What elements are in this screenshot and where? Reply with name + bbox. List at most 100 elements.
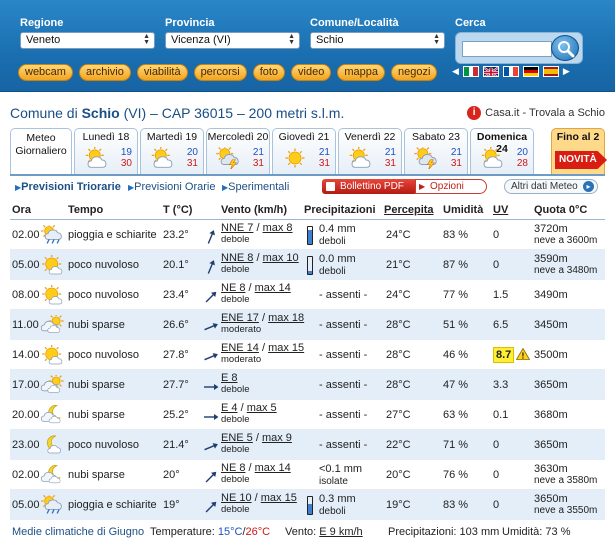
tab-day-label: Venerdì 22: [344, 131, 396, 143]
tab-temp-max: 28: [516, 158, 528, 169]
novita-badge[interactable]: NOVITÀ: [555, 151, 607, 169]
partly-cloudy-icon: [85, 146, 107, 168]
row-temperature: 20°: [163, 469, 180, 481]
partly-cloudy-icon: [151, 146, 173, 168]
altri-dati-meteo-button[interactable]: Altri dati Meteo: [504, 179, 598, 194]
link-previsioni-orarie[interactable]: ▶Previsioni Orarie: [128, 181, 215, 193]
nav-archivio-button[interactable]: archivio: [78, 64, 131, 81]
wind-max: max 18: [268, 312, 305, 324]
row-time: 05.00: [12, 259, 40, 271]
row-weather-icon-wrap: [40, 465, 66, 485]
row-wind-arrow: [202, 438, 220, 456]
link-sperimentali[interactable]: ▶Sperimentali: [222, 181, 289, 193]
row-weather-icon-wrap: [40, 223, 66, 245]
header-umidita: Umidità: [443, 204, 484, 216]
wind-speed: NNE 8: [221, 252, 254, 264]
quota-value: 3650m: [534, 439, 568, 451]
bollettino-pdf-button[interactable]: Bollettino PDF: [322, 179, 417, 194]
row-freezing-level: 3650m: [534, 433, 568, 459]
tab-day-3[interactable]: Mercoledì 20 21 31: [206, 128, 270, 174]
row-wind: NNE 7 / max 8 debole: [221, 222, 293, 246]
provincia-group: Provincia Vicenza (VI) ▲ ▼: [165, 17, 300, 49]
casa-link-text: Casa.it - Trovala a Schio: [485, 107, 605, 119]
footer-temp-max: 26°C: [245, 526, 271, 538]
thunderstorm-icon: [414, 145, 437, 170]
tab-weather-icon: [281, 147, 309, 172]
mostly-sunny-icon: [42, 344, 63, 365]
nav-foto-button[interactable]: foto: [252, 64, 286, 81]
comune-value: Schio: [316, 34, 344, 46]
wind-speed: NNE 7: [221, 222, 254, 234]
tab-day-6[interactable]: Sabato 23 21 31: [404, 128, 468, 174]
link-previsioni-triorarie[interactable]: ▶Previsioni Triorarie: [15, 181, 121, 193]
tab-weather-icon: [83, 146, 111, 172]
snow-level: neve a 3580m: [534, 475, 598, 486]
select-arrows-icon: ▲ ▼: [433, 33, 440, 46]
row-condition: poco nuvoloso: [68, 349, 139, 361]
wind-max: max 8: [262, 222, 293, 234]
nav-negozi-button[interactable]: negozi: [390, 64, 438, 81]
tab-day-2[interactable]: Martedì 19 20 31: [140, 128, 204, 174]
row-weather-icon-wrap: [40, 344, 66, 365]
italy-flag-icon[interactable]: [462, 66, 479, 77]
tab-day-7[interactable]: Domenica 24 20 28: [470, 128, 534, 174]
table-row: 08.00 poco nuvoloso 23.4° NE 8 / max 14 debo…: [10, 280, 605, 310]
regione-value: Veneto: [26, 34, 61, 46]
uv-value: 0: [493, 439, 500, 451]
comune-select[interactable]: Schio ▲ ▼: [310, 32, 445, 49]
regione-select[interactable]: Veneto ▲ ▼: [20, 32, 155, 49]
row-wind: ENE 5 / max 9 debole: [221, 432, 292, 456]
nav-webcam-button[interactable]: webcam: [18, 64, 73, 81]
footer-temperature: Temperature: 15°C/26°C: [150, 526, 270, 538]
tab-temp-max: 31: [186, 158, 198, 169]
uk-flag-icon[interactable]: [482, 66, 499, 77]
provincia-select[interactable]: Vicenza (VI) ▲ ▼: [165, 32, 300, 49]
search-input[interactable]: [462, 41, 552, 57]
tab-temp-min: 21: [450, 147, 462, 158]
tab-meteo-giornaliero[interactable]: Meteo Giornaliero: [10, 128, 72, 174]
row-humidity: 77 %: [443, 289, 469, 301]
tab-meteo-line1: Meteo: [26, 132, 56, 144]
germany-flag-icon[interactable]: [522, 66, 539, 77]
header-percepita[interactable]: Percepita: [384, 204, 434, 216]
wind-speed: NE 10: [221, 492, 252, 504]
tab-fino-label: Fino al 2: [556, 131, 600, 143]
spain-flag-icon[interactable]: [542, 66, 559, 77]
tab-day-1[interactable]: Lunedì 18 19 30: [74, 128, 138, 174]
header-uv[interactable]: UV: [493, 204, 508, 216]
tab-day-5[interactable]: Venerdì 22 21 31: [338, 128, 402, 174]
france-flag-icon[interactable]: [502, 66, 519, 77]
row-condition: nubi sparse: [68, 319, 125, 331]
row-temperature: 21.4°: [163, 439, 189, 451]
wind-speed: ENE 14: [221, 342, 259, 354]
nav-video-button[interactable]: video: [291, 64, 332, 81]
flags-right-arrow-icon[interactable]: ▶: [563, 66, 570, 77]
opzioni-button[interactable]: Opzioni: [415, 179, 487, 194]
row-freezing-level: 3490m: [534, 283, 568, 309]
tab-temps: 21 31: [319, 147, 330, 169]
tab-fino[interactable]: Fino al 2 NOVITÀ: [551, 128, 607, 174]
wind-arrow-icon: [204, 443, 218, 451]
wind-speed: ENE 17: [221, 312, 259, 324]
casa-link[interactable]: i Casa.it - Trovala a Schio: [467, 106, 605, 120]
table-row: 17.00 nubi sparse 27.7° E 8 debole - assenti …: [10, 370, 605, 400]
row-wind: NE 8 / max 14 debole: [221, 462, 291, 486]
row-weather-icon-wrap: [40, 405, 66, 425]
table-row: 02.00 nubi sparse 20° NE 8 / max 14 debole <0…: [10, 460, 605, 490]
row-wind-arrow: [202, 258, 220, 276]
search-button[interactable]: [551, 35, 579, 61]
header-ora: Ora: [12, 204, 31, 216]
nav-viabilit-button[interactable]: viabilità: [136, 64, 188, 81]
flags-left-arrow-icon[interactable]: ◀: [452, 66, 459, 77]
tab-weather-icon: [413, 145, 441, 172]
row-wind-arrow: [202, 228, 220, 246]
medie-climatiche-link[interactable]: Medie climatiche di Giugno: [12, 526, 144, 538]
nav-percorsi-button[interactable]: percorsi: [193, 64, 247, 81]
tab-temp-min: 21: [252, 147, 264, 158]
wind-speed: E 8: [221, 372, 238, 384]
nav-mappa-button[interactable]: mappa: [337, 64, 385, 81]
tab-day-4[interactable]: Giovedì 21 21 31: [272, 128, 336, 174]
wind-arrow-icon: [204, 323, 218, 331]
row-humidity: 71 %: [443, 439, 469, 451]
link-previsioni-triorarie-label: Previsioni Triorarie: [21, 181, 121, 193]
